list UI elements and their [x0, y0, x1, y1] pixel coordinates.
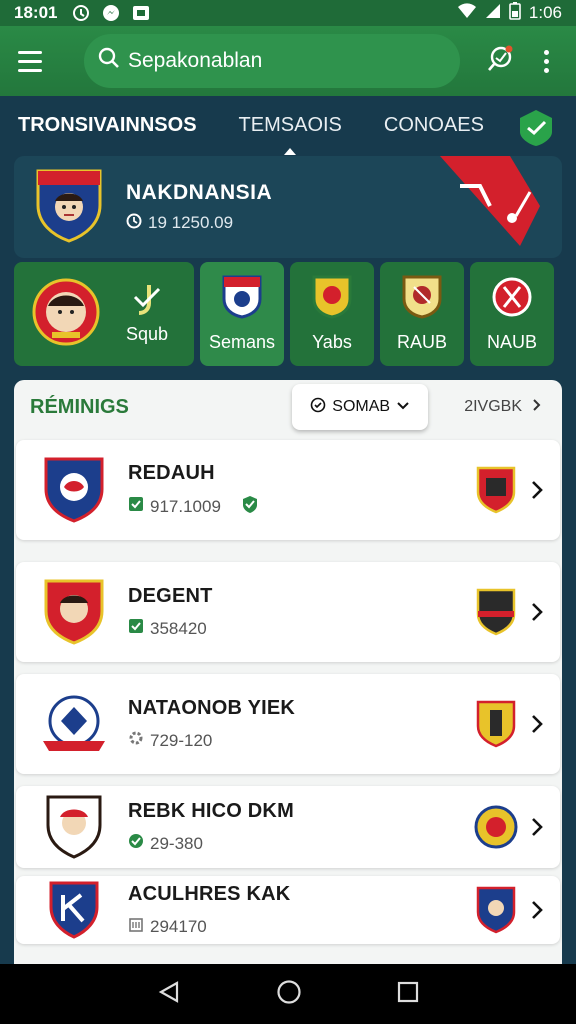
featured-card[interactable]: NAKDNANSIA 19 1250.09	[14, 156, 562, 258]
category-raub[interactable]: RAUB	[380, 262, 464, 366]
club-crest-icon	[492, 275, 532, 324]
category-strip: Squb Semans Yabs RAUB NAUB	[14, 262, 562, 368]
recents-icon[interactable]	[397, 981, 419, 1008]
club-crest-icon	[402, 275, 442, 324]
chevron-right-icon[interactable]	[520, 479, 554, 501]
filter-icon	[310, 397, 326, 418]
gear-icon	[128, 730, 144, 751]
chevron-right-icon[interactable]	[520, 816, 554, 838]
club-meta: 29-380	[150, 833, 203, 853]
clock-icon	[126, 213, 142, 234]
back-icon[interactable]	[157, 980, 181, 1009]
home-icon[interactable]	[276, 979, 302, 1010]
search-icon	[98, 47, 120, 75]
club-crest-icon	[36, 787, 112, 867]
status-clock-right: 1:06	[528, 3, 562, 22]
menu-button[interactable]	[18, 44, 52, 78]
opponent-crest-icon	[472, 801, 520, 853]
verified-shield-icon	[241, 495, 259, 518]
club-meta: 729-120	[150, 730, 213, 750]
opponent-crest-icon	[472, 698, 520, 750]
category-yabs[interactable]: Yabs	[290, 262, 374, 366]
battery-icon	[509, 1, 521, 25]
club-meta: 358420	[150, 618, 207, 638]
building-icon	[128, 916, 144, 937]
tab-bar: TRONSIVAINNSOS TEMSAOIS CONOAES	[0, 96, 576, 155]
signal-icon	[485, 3, 501, 24]
list-item[interactable]: ACULHRES KAK 294170	[16, 876, 560, 944]
category-label: Yabs	[312, 332, 352, 352]
club-crest-icon	[36, 684, 112, 764]
club-name: ACULHRES KAK	[128, 883, 291, 905]
category-squb[interactable]: Squb	[14, 262, 194, 366]
chevron-down-icon	[396, 398, 410, 416]
filter-label: SOMAB	[332, 398, 391, 415]
live-ribbon-icon	[430, 156, 550, 258]
app-bar: Sepakonablan	[0, 26, 576, 96]
featured-title: NAKDNANSIA	[126, 180, 273, 204]
club-crest-icon	[32, 278, 100, 351]
club-crest-icon	[36, 870, 112, 950]
filter-dropdown[interactable]: SOMAB	[292, 384, 429, 430]
club-name: REDAUH	[128, 462, 215, 484]
sort-label: 2IVGBK	[464, 398, 522, 415]
messenger-icon	[101, 3, 121, 23]
club-meta: 917.1009	[150, 496, 221, 516]
image-notification-icon	[131, 3, 151, 23]
search-input[interactable]: Sepakonablan	[128, 49, 262, 73]
squb-logo-icon	[129, 283, 165, 324]
status-bar: 18:01 1:06	[0, 0, 576, 26]
search-bar[interactable]: Sepakonablan	[84, 34, 460, 88]
sort-control[interactable]: 2IVGBK	[464, 398, 542, 417]
category-label: RAUB	[396, 332, 447, 352]
tab-tronsivainnsos[interactable]: TRONSIVAINNSOS	[18, 114, 197, 137]
chevron-right-icon[interactable]	[520, 601, 554, 623]
list-item[interactable]: REDAUH 917.1009	[16, 440, 560, 540]
check-square-icon	[128, 618, 144, 639]
club-crest-icon	[36, 450, 112, 530]
category-label: Semans	[208, 332, 276, 352]
category-semans[interactable]: Semans	[200, 262, 284, 366]
club-crest-icon	[36, 572, 112, 652]
tab-conoaes[interactable]: CONOAES	[384, 114, 484, 137]
club-meta: 294170	[150, 916, 207, 936]
whistle-button[interactable]	[482, 43, 518, 79]
tab-temsaois[interactable]: TEMSAOIS	[239, 114, 342, 155]
list-item[interactable]: NATAONOB YIEK 729-120	[16, 674, 560, 774]
chevron-right-icon	[532, 398, 542, 417]
whistle-icon	[485, 44, 515, 79]
check-circle-icon	[128, 833, 144, 854]
notification-icon	[71, 3, 91, 23]
check-square-icon	[128, 496, 144, 517]
featured-club-crest	[34, 167, 104, 248]
panel-title: RÉMINIGS	[30, 395, 129, 418]
category-label: Squb	[126, 324, 169, 344]
system-nav-bar	[0, 964, 576, 1024]
status-time: 18:01	[14, 3, 58, 22]
club-crest-icon	[312, 275, 352, 324]
opponent-crest-icon	[472, 464, 520, 516]
clubs-panel: RÉMINIGS SOMAB 2IVGBK REDAUH 917.1009 DE…	[14, 380, 562, 964]
chevron-right-icon[interactable]	[520, 899, 554, 921]
list-item[interactable]: REBK HICO DKM 29-380	[16, 786, 560, 868]
club-crest-icon	[222, 275, 262, 324]
club-name: DEGENT	[128, 585, 213, 607]
wifi-icon	[457, 2, 477, 24]
more-options-button[interactable]	[536, 49, 556, 73]
category-label: NAUB	[486, 332, 537, 352]
club-name: NATAONOB YIEK	[128, 697, 296, 719]
opponent-crest-icon	[472, 586, 520, 638]
opponent-crest-icon	[472, 884, 520, 936]
shield-check-icon[interactable]	[516, 108, 556, 154]
featured-meta: 19 1250.09	[148, 213, 234, 232]
club-name: REBK HICO DKM	[128, 800, 294, 822]
list-item[interactable]: DEGENT 358420	[16, 562, 560, 662]
chevron-right-icon[interactable]	[520, 713, 554, 735]
category-naub[interactable]: NAUB	[470, 262, 554, 366]
